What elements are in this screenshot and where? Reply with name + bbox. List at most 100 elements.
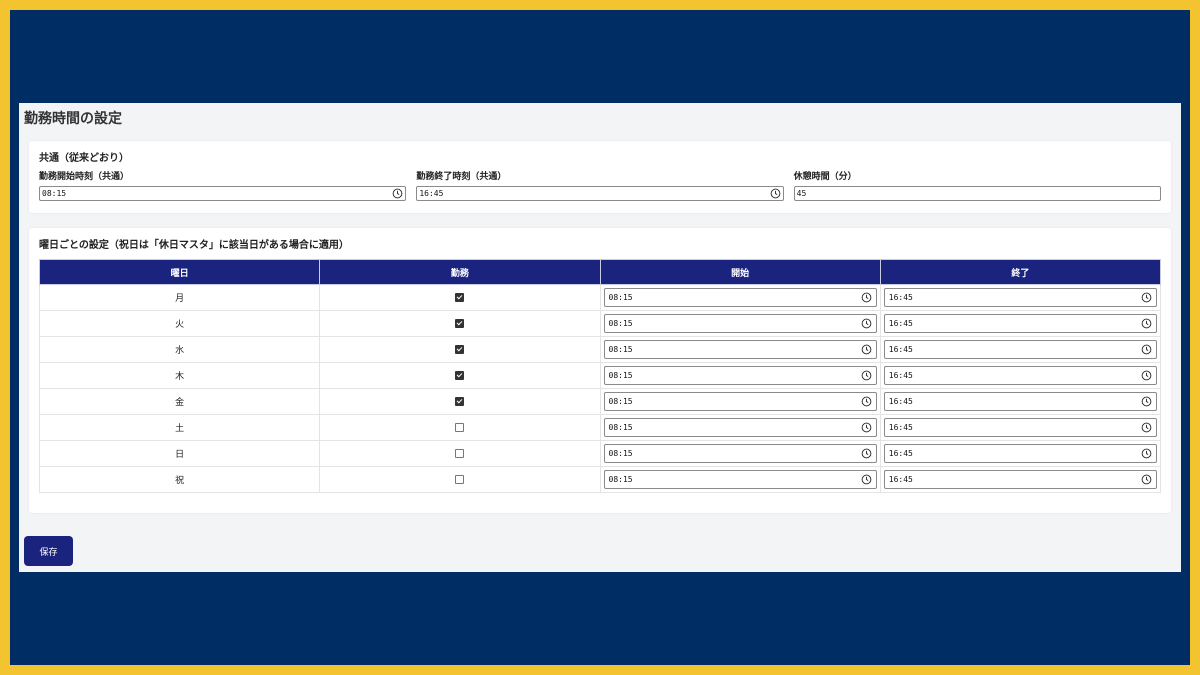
clock-icon[interactable] — [861, 292, 872, 303]
start-time-input[interactable]: 08:15 — [603, 288, 877, 307]
end-time-input[interactable]: 16:45 — [883, 444, 1157, 463]
day-cell: 祝 — [38, 466, 321, 493]
header-day: 曜日 — [38, 259, 321, 285]
clock-icon[interactable] — [770, 188, 781, 199]
end-time-input[interactable]: 16:45 — [883, 288, 1157, 307]
clock-icon[interactable] — [861, 422, 872, 433]
clock-icon[interactable] — [861, 370, 872, 381]
clock-icon[interactable] — [1141, 318, 1152, 329]
end-time-value: 16:45 — [888, 293, 913, 302]
clock-icon[interactable] — [861, 448, 872, 459]
work-cell — [319, 466, 601, 493]
start-time-value: 08:15 — [608, 371, 633, 380]
end-cell: 16:45 — [879, 310, 1162, 337]
settings-panel: 勤務時間の設定 共通（従来どおり） 勤務開始時刻（共通） 08:15 勤務終了時… — [19, 103, 1181, 572]
work-cell — [319, 388, 601, 415]
work-checkbox[interactable] — [455, 370, 465, 380]
end-time-value: 16:45 — [888, 449, 913, 458]
table-header-row: 曜日 勤務 開始 終了 — [38, 259, 1162, 285]
work-cell — [319, 310, 601, 337]
work-checkbox[interactable] — [455, 344, 465, 354]
start-cell: 08:15 — [599, 310, 881, 337]
header-end: 終了 — [879, 259, 1162, 285]
end-time-value: 16:45 — [888, 319, 913, 328]
table-row: 木 08:15 16:45 — [38, 362, 1162, 389]
work-checkbox[interactable] — [455, 474, 465, 484]
header-work: 勤務 — [319, 259, 601, 285]
clock-icon[interactable] — [392, 188, 403, 199]
start-time-input[interactable]: 08:15 — [603, 340, 877, 359]
work-checkbox[interactable] — [455, 448, 465, 458]
clock-icon[interactable] — [1141, 448, 1152, 459]
break-field: 休憩時間（分） 45 — [793, 172, 1161, 201]
save-button[interactable]: 保存 — [24, 536, 73, 566]
clock-icon[interactable] — [861, 344, 872, 355]
end-time-input[interactable]: 16:45 — [883, 418, 1157, 437]
clock-icon[interactable] — [861, 318, 872, 329]
end-cell: 16:45 — [879, 414, 1162, 441]
end-time-value: 16:45 — [888, 397, 913, 406]
clock-icon[interactable] — [1141, 422, 1152, 433]
end-cell: 16:45 — [879, 388, 1162, 415]
common-fields: 勤務開始時刻（共通） 08:15 勤務終了時刻（共通） 16:45 休憩時間（分… — [39, 172, 1161, 201]
end-time-value: 16:45 — [888, 345, 913, 354]
break-label: 休憩時間（分） — [793, 172, 857, 182]
start-cell: 08:15 — [599, 362, 881, 389]
table-row: 土 08:15 16:45 — [38, 414, 1162, 441]
common-start-label: 勤務開始時刻（共通） — [39, 172, 130, 182]
common-settings-card: 共通（従来どおり） 勤務開始時刻（共通） 08:15 勤務終了時刻（共通） 16… — [29, 141, 1171, 213]
start-time-input[interactable]: 08:15 — [603, 314, 877, 333]
end-cell: 16:45 — [879, 362, 1162, 389]
end-time-input[interactable]: 16:45 — [883, 470, 1157, 489]
end-time-value: 16:45 — [888, 423, 913, 432]
end-time-input[interactable]: 16:45 — [883, 366, 1157, 385]
header-start: 開始 — [599, 259, 881, 285]
page-title: 勤務時間の設定 — [24, 111, 122, 127]
work-checkbox[interactable] — [455, 396, 465, 406]
work-checkbox[interactable] — [455, 422, 465, 432]
table-row: 祝 08:15 16:45 — [38, 466, 1162, 493]
weekly-settings-card: 曜日ごとの設定（祝日は「休日マスタ」に該当日がある場合に適用） 曜日 勤務 開始… — [29, 228, 1171, 513]
table-row: 日 08:15 16:45 — [38, 440, 1162, 467]
break-minutes-input[interactable]: 45 — [793, 186, 1161, 201]
start-time-input[interactable]: 08:15 — [603, 418, 877, 437]
work-cell — [319, 362, 601, 389]
start-time-input[interactable]: 08:15 — [603, 444, 877, 463]
work-checkbox[interactable] — [455, 292, 465, 302]
start-time-value: 08:15 — [608, 397, 633, 406]
clock-icon[interactable] — [1141, 370, 1152, 381]
work-cell — [319, 336, 601, 363]
clock-icon[interactable] — [1141, 474, 1152, 485]
clock-icon[interactable] — [861, 396, 872, 407]
start-time-input[interactable]: 08:15 — [603, 366, 877, 385]
start-time-value: 08:15 — [608, 475, 633, 484]
start-time-value: 08:15 — [608, 345, 633, 354]
table-row: 金 08:15 16:45 — [38, 388, 1162, 415]
end-time-input[interactable]: 16:45 — [883, 392, 1157, 411]
clock-icon[interactable] — [1141, 344, 1152, 355]
start-time-value: 08:15 — [608, 293, 633, 302]
break-minutes-value: 45 — [796, 189, 807, 198]
clock-icon[interactable] — [1141, 292, 1152, 303]
work-cell — [319, 414, 601, 441]
end-time-input[interactable]: 16:45 — [883, 340, 1157, 359]
work-checkbox[interactable] — [455, 318, 465, 328]
weekly-settings-title: 曜日ごとの設定（祝日は「休日マスタ」に該当日がある場合に適用） — [39, 240, 349, 251]
start-cell: 08:15 — [599, 336, 881, 363]
end-time-value: 16:45 — [888, 475, 913, 484]
start-time-input[interactable]: 08:15 — [603, 470, 877, 489]
day-cell: 金 — [38, 388, 321, 415]
common-start-field: 勤務開始時刻（共通） 08:15 — [39, 172, 407, 201]
start-time-input[interactable]: 08:15 — [603, 392, 877, 411]
common-start-time-input[interactable]: 08:15 — [39, 186, 407, 201]
common-end-time-input[interactable]: 16:45 — [416, 186, 784, 201]
table-row: 火 08:15 16:45 — [38, 310, 1162, 337]
weekly-table: 曜日 勤務 開始 終了 月 08:15 16:45 火 08:15 16:45 水 08:15… — [38, 259, 1162, 493]
end-time-input[interactable]: 16:45 — [883, 314, 1157, 333]
clock-icon[interactable] — [1141, 396, 1152, 407]
table-row: 月 08:15 16:45 — [38, 284, 1162, 311]
day-cell: 土 — [38, 414, 321, 441]
end-cell: 16:45 — [879, 336, 1162, 363]
day-cell: 木 — [38, 362, 321, 389]
clock-icon[interactable] — [861, 474, 872, 485]
